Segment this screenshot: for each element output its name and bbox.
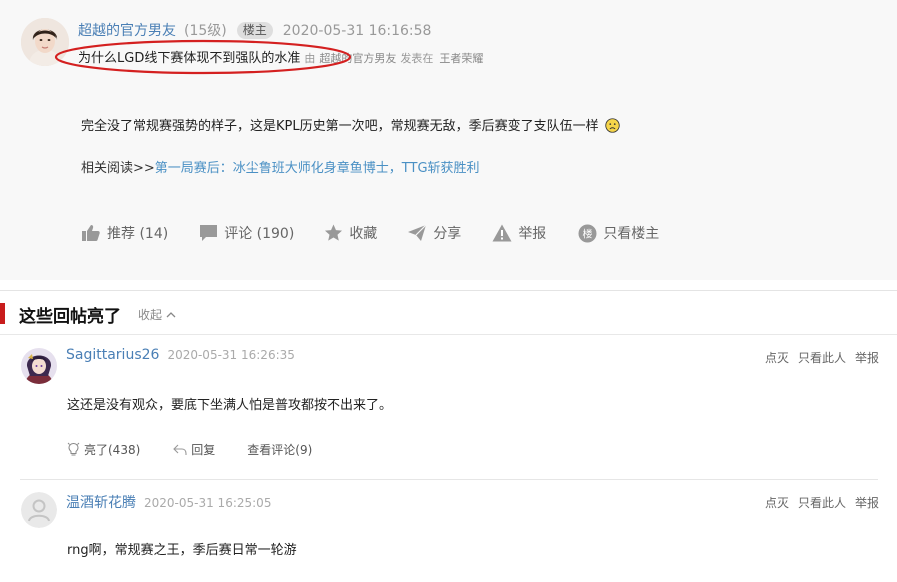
posted-in-text: 发表在 (400, 52, 434, 65)
main-post: 超越的官方男友 (15级) 楼主 2020-05-31 16:16:58 为什么LGD… (0, 0, 897, 280)
reply-content: rng啊，常规赛之王，季后赛日常一轮游 (67, 543, 297, 558)
related-label: 相关阅读>> (81, 161, 155, 176)
post-action-bar: 推荐 (14) 评论 (190) 收藏 分享 举报 楼 只看楼主 (81, 222, 659, 244)
related-reading: 相关阅读>>第一局赛后：冰尘鲁班大师化身章鱼博士，TTG斩获胜利 (81, 157, 480, 176)
only-this-user-link[interactable]: 只看此人 (798, 351, 846, 365)
owner-only-icon-text: 楼 (583, 227, 593, 240)
author-line: 超越的官方男友 (15级) 楼主 2020-05-31 16:16:58 (78, 20, 431, 40)
report-label: 举报 (518, 226, 547, 242)
downvote-link[interactable]: 点灭 (765, 351, 789, 365)
report-link[interactable]: 举报 (855, 351, 879, 365)
section-accent-bar (0, 303, 5, 324)
collapse-toggle[interactable]: 收起 (138, 306, 176, 323)
reply-time: 2020-05-31 16:26:35 (167, 348, 295, 362)
comment-button[interactable]: 评论 (190) (199, 223, 294, 243)
reply-item: 温酒斩花腾 2020-05-31 16:25:05 点灭 只看此人 举报 rng啊，常… (0, 480, 897, 582)
recommend-label: 推荐 (14) (107, 226, 169, 242)
post-body-text: 完全没了常规赛强势的样子，这是KPL历史第一次吧，常规赛无敌，季后赛变了支队伍一… (81, 119, 599, 134)
reply-user-line: Sagittarius26 2020-05-31 16:26:35 (66, 347, 295, 363)
by-text: 由 (304, 52, 316, 65)
owner-badge: 楼主 (236, 22, 273, 39)
reply-username[interactable]: Sagittarius26 (66, 347, 159, 363)
reply-user-line: 温酒斩花腾 2020-05-31 16:25:05 (66, 492, 271, 512)
author-name[interactable]: 超越的官方男友 (78, 23, 176, 39)
warning-icon (492, 224, 512, 242)
favorite-button[interactable]: 收藏 (324, 223, 377, 243)
reply-ops: 点灭 只看此人 举报 (756, 494, 879, 511)
comment-label: 评论 (190) (224, 226, 295, 242)
favorite-label: 收藏 (349, 226, 378, 242)
downvote-link[interactable]: 点灭 (765, 496, 789, 510)
hot-replies-title: 这些回帖亮了 (19, 307, 121, 327)
related-article-link[interactable]: 第一局赛后：冰尘鲁班大师化身章鱼博士，TTG斩获胜利 (155, 161, 480, 176)
light-bulb-icon (67, 442, 80, 456)
share-label: 分享 (433, 226, 462, 242)
title-line: 为什么LGD线下赛体现不到强队的水准由超越的官方男友 发表在 王者荣耀 (78, 47, 483, 66)
view-comments-label: 查看评论(9) (247, 443, 313, 457)
share-icon (408, 224, 427, 241)
collapse-label: 收起 (138, 308, 163, 322)
reply-time: 2020-05-31 16:25:05 (144, 496, 272, 510)
reply-username[interactable]: 温酒斩花腾 (66, 495, 136, 511)
light-count: 亮了(438) (84, 443, 141, 457)
reply-item: Sagittarius26 2020-05-31 16:26:35 点灭 只看此人举… (0, 335, 897, 480)
owner-only-icon: 楼 (578, 224, 597, 242)
light-button[interactable]: 亮了(438) (67, 441, 140, 458)
post-body: 完全没了常规赛强势的样子，这是KPL历史第一次吧，常规赛无敌，季后赛变了支队伍一… (81, 115, 620, 134)
reply-content: 这还是没有观众，要底下坐满人怕是普攻都按不出来了。 (67, 398, 393, 413)
reply-arrow-icon (173, 444, 187, 455)
post-time: 2020-05-31 16:16:58 (282, 23, 432, 39)
post-title: 为什么LGD线下赛体现不到强队的水准 (78, 51, 301, 66)
only-this-user-link[interactable]: 只看此人 (798, 496, 846, 510)
section-gap (0, 280, 897, 290)
owner-only-label: 只看楼主 (603, 226, 660, 242)
reply-action-bar: 亮了(438) 回复 查看评论(9) (67, 441, 312, 458)
comment-icon (200, 225, 218, 241)
board-link[interactable]: 王者荣耀 (439, 52, 483, 65)
chevron-up-icon (166, 312, 176, 318)
reply-button[interactable]: 回复 (173, 441, 215, 458)
sad-face-emoji-icon (605, 118, 620, 133)
reply-ops: 点灭 只看此人 举报 (756, 349, 879, 366)
author-level: (15级) (184, 23, 227, 39)
reply-label: 回复 (191, 443, 216, 457)
owner-only-button[interactable]: 楼 只看楼主 (578, 223, 659, 243)
thumbs-up-icon (82, 225, 100, 241)
report-link[interactable]: 举报 (855, 496, 879, 510)
hot-replies-header: 这些回帖亮了 收起 (0, 290, 897, 335)
author-avatar[interactable] (21, 18, 69, 66)
share-button[interactable]: 分享 (407, 223, 461, 243)
by-author-link[interactable]: 超越的官方男友 (319, 52, 396, 65)
report-button[interactable]: 举报 (492, 223, 546, 243)
star-icon (325, 224, 343, 241)
reply-avatar[interactable] (21, 492, 57, 528)
recommend-button[interactable]: 推荐 (14) (81, 223, 168, 243)
reply-avatar[interactable] (21, 348, 57, 384)
view-comments-button[interactable]: 查看评论(9) (247, 441, 312, 458)
